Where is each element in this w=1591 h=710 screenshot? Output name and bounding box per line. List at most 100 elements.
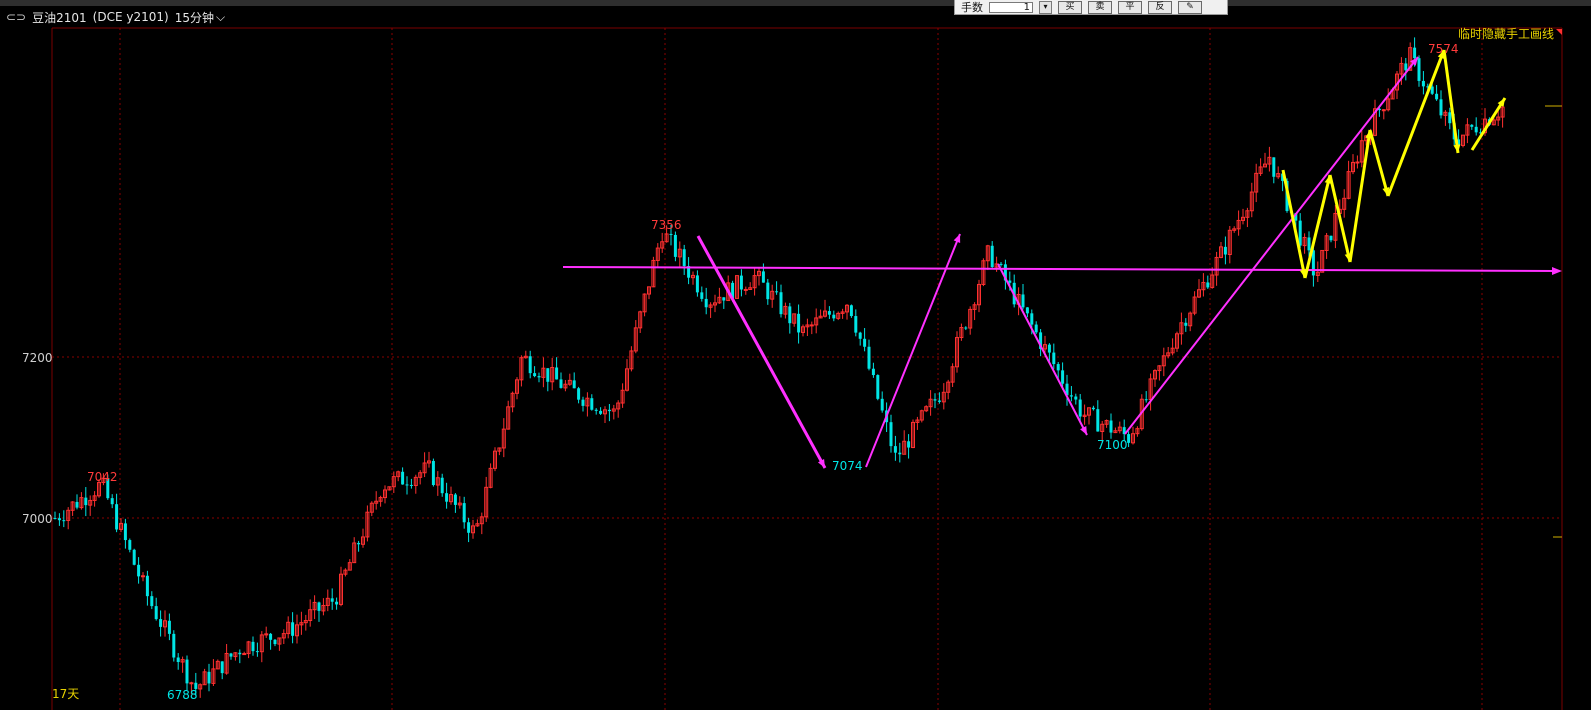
candle-body-down [1404, 63, 1408, 71]
candle-body-down [546, 368, 550, 382]
candle-body-down [176, 657, 180, 663]
candle-body-down [827, 311, 831, 315]
candle-body-down [907, 441, 911, 448]
candle-body-down [1061, 370, 1065, 384]
candle-body-down [581, 399, 585, 406]
candle-body-down [1435, 93, 1439, 100]
candle-body-down [401, 471, 405, 485]
candle-body-down [1470, 124, 1474, 127]
candle-body-down [440, 477, 444, 494]
candle-body-down [251, 641, 255, 652]
candle-body-down [405, 484, 409, 486]
magenta-arrow-up-2 [1124, 56, 1419, 435]
candle-body-down [682, 249, 686, 267]
candle-body-down [467, 522, 471, 533]
candle-body-down [154, 606, 158, 620]
candle-body-down [937, 400, 941, 402]
candle-body-down [1413, 47, 1417, 59]
magenta-arrow-up-1-head [953, 234, 961, 243]
candle-body-down [1311, 250, 1315, 276]
hide-drawings-button[interactable]: 临时隐藏手工画线 [1458, 27, 1554, 41]
candle-body-down [269, 633, 273, 640]
candle-body-down [1127, 434, 1131, 443]
candle-body-down [577, 388, 581, 400]
candle-body-down [1025, 307, 1029, 314]
candle-body-down [537, 376, 541, 378]
candle-body-down [1078, 399, 1082, 417]
candle-body-down [858, 332, 862, 339]
candle-body-down [933, 399, 937, 401]
candle-body-down [876, 375, 880, 399]
candle-body-down [1184, 322, 1188, 326]
candle-body-down [1448, 112, 1452, 124]
candle-body-down [1074, 396, 1078, 400]
candle-body-down [330, 598, 334, 602]
candle-body-down [431, 460, 435, 486]
candle-body-down [594, 409, 598, 411]
candle-body-down [599, 410, 603, 414]
candle-body-down [880, 398, 884, 411]
candle-body-down [898, 452, 902, 455]
candle-body-down [185, 659, 189, 684]
candle-body-up [1381, 109, 1386, 112]
candle-body-down [555, 367, 559, 380]
candle-body-down [137, 564, 141, 577]
candle-body-down [889, 422, 893, 447]
candle-body-down [1047, 344, 1051, 353]
days-label: 17天 [52, 687, 79, 701]
candle-body-down [893, 446, 897, 453]
candle-body-down [238, 652, 242, 655]
candle-body-down [273, 639, 277, 645]
candle-body-down [1144, 399, 1148, 401]
candle-body-down [669, 233, 673, 235]
candle-body-down [964, 327, 968, 329]
candle-body-down [607, 409, 611, 412]
candle-body-down [779, 292, 783, 315]
candle-body-down [797, 313, 801, 333]
candle-body-down [871, 368, 875, 376]
candle-body-down [220, 661, 224, 674]
candle-body-down [110, 498, 114, 505]
corner-marker [1556, 29, 1562, 35]
candle-body-down [75, 501, 79, 508]
candle-body-down [1329, 235, 1333, 241]
candle-body-down [867, 346, 871, 369]
candle-body-down [990, 245, 994, 268]
candle-body-down [854, 316, 858, 333]
candle-body-down [722, 297, 726, 301]
candle-body-down [150, 596, 154, 607]
candle-body-down [1109, 420, 1113, 433]
candle-body-down [788, 306, 792, 324]
candle-body-down [590, 398, 594, 410]
candle-body-down [255, 651, 259, 653]
candle-body-down [57, 518, 61, 521]
yellow-swing-arrow [1368, 129, 1390, 197]
candle-body-down [84, 497, 88, 506]
magenta-arrow-down-2 [997, 263, 1088, 436]
horizontal-support-line-head [1552, 267, 1562, 275]
candle-body-down [1474, 126, 1478, 133]
candle-body-down [1052, 352, 1056, 365]
candle-body-down [1091, 407, 1095, 410]
candle-body-down [409, 484, 413, 486]
candle-body-up [1355, 161, 1360, 164]
candle-body-up [242, 653, 247, 656]
candle-body-down [533, 373, 537, 377]
candle-body-down [761, 271, 765, 283]
candlestick-chart[interactable]: 7200 7000 7042 6788 7356 7074 7100 7574临时隐藏手工画线… [0, 0, 1591, 710]
candle-body-down [1096, 409, 1100, 432]
candle-body-down [999, 263, 1003, 265]
candle-body-down [1417, 58, 1421, 81]
candle-body-down [572, 380, 576, 389]
candle-body-down [207, 671, 211, 684]
candle-body-down [863, 338, 867, 347]
yellow-swing-arrow [1442, 49, 1460, 154]
yellow-swing-arrow [1470, 97, 1507, 151]
price-annotation: 6788 [167, 688, 198, 702]
candle-body-down [1021, 294, 1025, 308]
price-annotation: 7356 [651, 218, 682, 232]
candle-body-down [172, 633, 176, 658]
candle-body-down [1272, 157, 1276, 177]
candle-body-down [128, 540, 132, 550]
candle-body-down [832, 314, 836, 319]
